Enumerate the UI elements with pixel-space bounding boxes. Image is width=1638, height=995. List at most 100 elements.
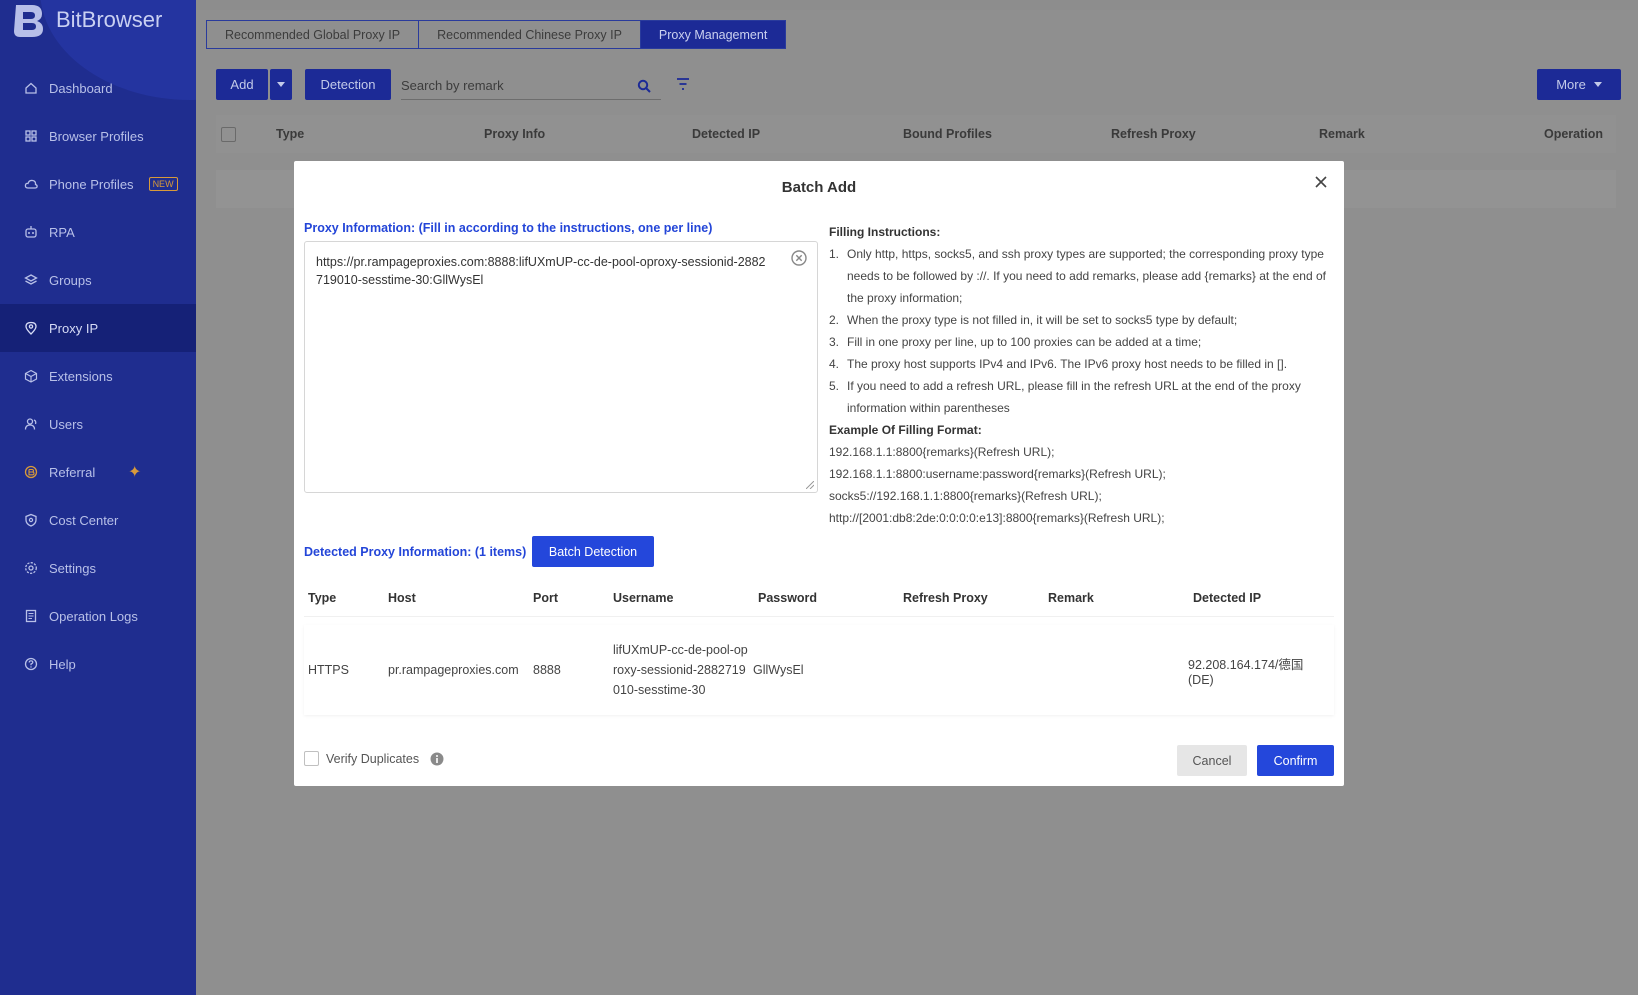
sidebar-item-label: RPA	[49, 224, 75, 240]
filter-icon[interactable]	[676, 78, 690, 90]
sidebar-item-rpa[interactable]: RPA	[0, 208, 196, 256]
column-header: Remark	[1319, 127, 1365, 141]
column-header: Host	[388, 590, 416, 605]
cloud-icon	[24, 179, 38, 189]
sidebar-item-label: Dashboard	[49, 80, 113, 96]
verify-duplicates-checkbox[interactable]	[304, 751, 319, 766]
proxy-info-textarea[interactable]: https://pr.rampageproxies.com:8888:lifUX…	[304, 241, 818, 493]
cancel-button[interactable]: Cancel	[1177, 745, 1247, 776]
add-dropdown-button[interactable]	[270, 69, 292, 100]
instruction-text: Only http, https, socks5, and ssh proxy …	[847, 247, 1326, 305]
cell-username: lifUXmUP-cc-de-pool-oproxy-sessionid-288…	[613, 643, 748, 697]
caret-down-icon	[1593, 82, 1602, 87]
sidebar-item-phone-profiles[interactable]: Phone Profiles NEW	[0, 160, 196, 208]
brand-name: BitBrowser	[56, 7, 163, 32]
cell-detected-ip: 92.208.164.174/德国(DE)	[1188, 657, 1304, 687]
column-header: Remark	[1048, 590, 1094, 605]
instructions-list: 1. Only http, https, socks5, and ssh prox…	[829, 243, 1339, 419]
resize-handle-icon[interactable]	[806, 481, 814, 489]
sidebar-item-proxy-ip[interactable]: Proxy IP	[0, 304, 196, 352]
proxy-table-header: Type Proxy Info Detected IP Bound Profil…	[216, 115, 1616, 153]
instruction-item: 4. The proxy host supports IPv4 and IPv6.…	[829, 353, 1339, 375]
sidebar-item-dashboard[interactable]: Dashboard	[0, 64, 196, 112]
sidebar-item-label: Proxy IP	[49, 320, 99, 336]
detected-table-header: Type Host Port Username Password Refresh…	[304, 579, 1334, 617]
sidebar-item-browser-profiles[interactable]: Browser Profiles	[0, 112, 196, 160]
instruction-item: 5. If you need to add a refresh URL, plea…	[829, 375, 1339, 419]
close-icon[interactable]	[1312, 173, 1330, 191]
modal-title: Batch Add	[781, 179, 857, 196]
filling-instructions: Filling Instructions: 1. Only http, https…	[829, 221, 1339, 529]
sidebar-item-operation-logs[interactable]: Operation Logs	[0, 592, 196, 640]
caret-down-icon	[277, 82, 285, 87]
cell-host: pr.rampageproxies.com	[388, 663, 519, 677]
column-header: Refresh Proxy	[903, 590, 988, 605]
sidebar-item-extensions[interactable]: Extensions	[0, 352, 196, 400]
sidebar-item-label: Cost Center	[49, 512, 119, 528]
cell-password: GllWysEl	[753, 663, 804, 677]
sidebar-item-label: Users	[49, 416, 83, 432]
instruction-text: The proxy host supports IPv4 and IPv6. T…	[847, 357, 1288, 371]
column-header: Detected IP	[692, 127, 761, 141]
instruction-text: Fill in one proxy per line, up to 100 pr…	[847, 335, 1202, 349]
proxy-tabs: Recommended Global Proxy IP Recommended …	[206, 20, 787, 49]
sidebar-item-help[interactable]: Help	[0, 640, 196, 688]
top-bar	[196, 0, 1638, 10]
instruction-item: 3. Fill in one proxy per line, up to 100 …	[829, 331, 1339, 353]
search-input[interactable]	[401, 78, 621, 93]
column-header: Bound Profiles	[903, 127, 992, 141]
add-button[interactable]: Add	[216, 69, 268, 100]
verify-duplicates: Verify Duplicates	[304, 751, 444, 766]
column-header: Type	[308, 590, 337, 605]
column-header: Type	[276, 127, 305, 141]
sidebar-item-label: Phone Profiles	[49, 176, 134, 192]
sidebar-item-groups[interactable]: Groups	[0, 256, 196, 304]
sidebar-item-label: Operation Logs	[49, 608, 138, 624]
tab-global-proxy[interactable]: Recommended Global Proxy IP	[207, 21, 420, 48]
cube-icon	[24, 369, 38, 383]
gear-icon	[25, 562, 37, 574]
sidebar-item-label: Extensions	[49, 368, 113, 384]
instruction-number: 2.	[829, 313, 840, 327]
cell-port: 8888	[533, 663, 561, 677]
tab-proxy-management[interactable]: Proxy Management	[640, 21, 786, 48]
sidebar-item-label: Referral	[49, 464, 96, 480]
sidebar-item-label: Browser Profiles	[49, 128, 144, 144]
column-header: Refresh Proxy	[1111, 127, 1196, 141]
help-icon	[24, 657, 38, 671]
select-all-checkbox[interactable]	[221, 126, 236, 142]
search-box	[401, 72, 661, 100]
example-line: 192.168.1.1:8800{remarks}(Refresh URL);	[829, 445, 1055, 459]
tab-chinese-proxy[interactable]: Recommended Chinese Proxy IP	[419, 21, 641, 48]
proxy-info-label: Proxy Information: (Fill in according to…	[304, 221, 713, 235]
more-button[interactable]: More	[1537, 69, 1621, 100]
sidebar-item-settings[interactable]: Settings	[0, 544, 196, 592]
column-header: Detected IP	[1193, 590, 1262, 605]
instruction-number: 4.	[829, 357, 840, 371]
brand: BitBrowser	[10, 2, 162, 38]
example-line: socks5://192.168.1.1:8800{remarks}(Refre…	[829, 489, 1102, 503]
clear-icon[interactable]	[791, 250, 807, 266]
table-row: HTTPS pr.rampageproxies.com 8888 lifUXmU…	[304, 625, 1334, 715]
bitbrowser-logo-icon	[14, 5, 43, 37]
grid-icon	[25, 130, 37, 142]
info-icon[interactable]	[430, 752, 444, 766]
log-icon	[25, 609, 37, 623]
example-title: Example Of Filling Format:	[829, 423, 982, 437]
batch-detection-button[interactable]: Batch Detection	[532, 536, 654, 567]
search-icon[interactable]	[637, 79, 651, 93]
batch-add-modal: Batch Add Proxy Information: (Fill in ac…	[294, 161, 1344, 786]
confirm-button[interactable]: Confirm	[1257, 745, 1334, 776]
detection-button[interactable]: Detection	[305, 69, 391, 100]
sidebar-item-referral[interactable]: Referral ✦	[0, 448, 196, 496]
instructions-title: Filling Instructions:	[829, 225, 941, 239]
sidebar-item-cost-center[interactable]: Cost Center	[0, 496, 196, 544]
sidebar-item-label: Settings	[49, 560, 96, 576]
robot-icon	[25, 226, 37, 238]
proxy-info-text: https://pr.rampageproxies.com:8888:lifUX…	[316, 255, 766, 287]
sidebar-item-users[interactable]: Users	[0, 400, 196, 448]
home-icon	[25, 82, 37, 94]
instruction-text: If you need to add a refresh URL, please…	[847, 379, 1301, 415]
example-list: 192.168.1.1:8800{remarks}(Refresh URL); 1…	[829, 441, 1339, 529]
shield-icon	[25, 513, 37, 527]
